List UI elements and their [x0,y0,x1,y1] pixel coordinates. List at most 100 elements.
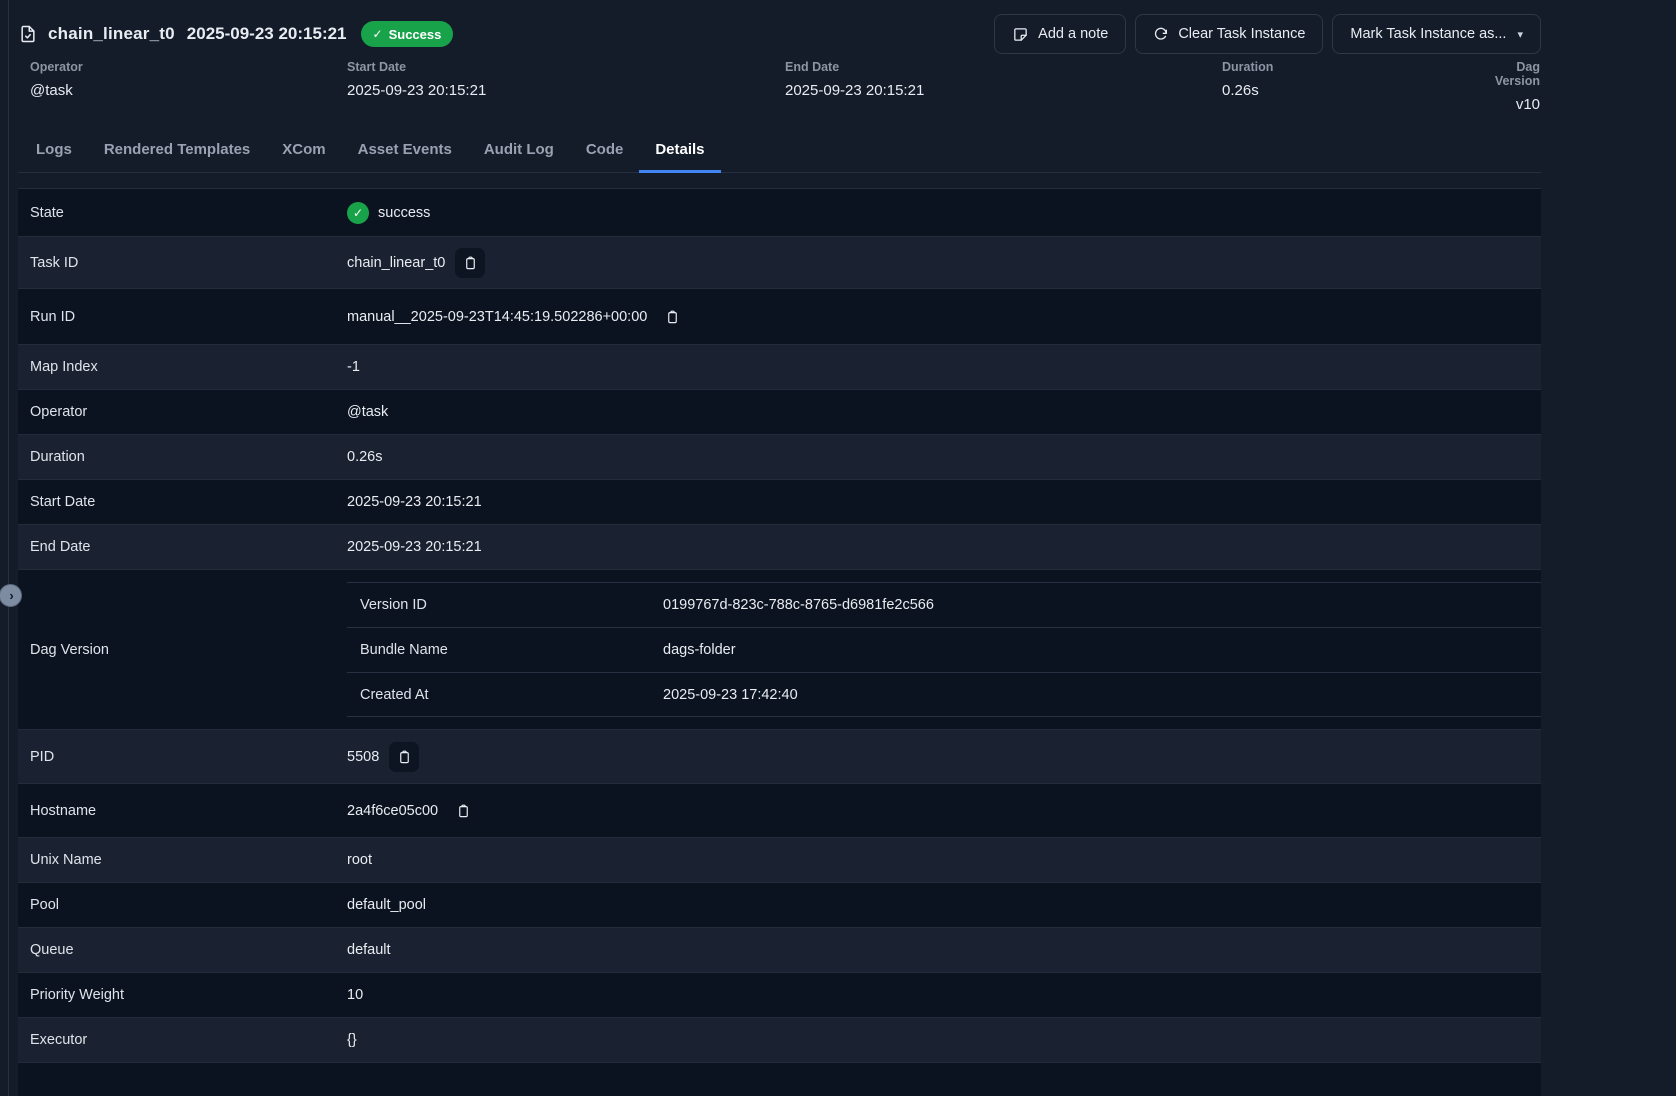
row-value-hostname: 2a4f6ce05c00 [347,796,478,826]
row-value-operator: @task [347,404,388,420]
meta-value-end-date: 2025-09-23 20:15:21 [785,82,1222,99]
value-text-operator: @task [347,404,388,420]
meta-value-duration: 0.26s [1222,82,1487,99]
row-label-end-date: End Date [30,539,347,555]
expand-panel-handle[interactable]: › [0,584,22,607]
copy-button-task-id[interactable] [455,248,485,278]
row-label-start-date: Start Date [30,494,347,510]
table-row-start-date: Start Date2025-09-23 20:15:21 [18,480,1541,525]
subtable-value-created-at: 2025-09-23 17:42:40 [663,687,798,703]
copy-icon [665,309,680,325]
status-badge-label: Success [389,27,442,42]
row-label-executor: Executor [30,1032,347,1048]
page-timestamp: 2025-09-23 20:15:21 [187,24,347,44]
row-label-hostname: Hostname [30,803,347,819]
copy-button-hostname[interactable] [448,796,478,826]
mark-task-instance-as-label: Mark Task Instance as... [1350,26,1506,42]
table-row-state: State✓ success [18,189,1541,237]
value-text-priority-weight: 10 [347,987,363,1003]
row-value-pid: 5508 [347,742,419,772]
tab-xcom[interactable]: XCom [266,130,341,173]
row-value-map-index: -1 [347,359,360,375]
mark-task-instance-as-button[interactable]: Mark Task Instance as...▾ [1332,14,1541,54]
copy-button-run-id[interactable] [657,302,687,332]
row-label-pool: Pool [30,897,347,913]
table-row-priority-weight: Priority Weight10 [18,973,1541,1018]
row-label-task-id: Task ID [30,255,347,271]
header: chain_linear_t0 2025-09-23 20:15:21 ✓ Su… [18,0,1541,52]
tab-asset-events[interactable]: Asset Events [342,130,468,173]
add-a-note-label: Add a note [1038,26,1108,42]
state-text: success [378,205,430,221]
row-value-duration: 0.26s [347,449,382,465]
table-row-unix-name: Unix Nameroot [18,838,1541,883]
tab-audit-log[interactable]: Audit Log [468,130,570,173]
row-value-queue: default [347,942,391,958]
table-row-hostname: Hostname2a4f6ce05c00 [18,784,1541,838]
meta-label-duration: Duration [1222,60,1487,74]
clear-task-instance-button[interactable]: Clear Task Instance [1135,14,1323,54]
meta-label-start-date: Start Date [347,60,785,74]
value-text-start-date: 2025-09-23 20:15:21 [347,494,482,510]
subtable-row-created-at: Created At2025-09-23 17:42:40 [347,672,1541,717]
row-label-pid: PID [30,749,347,765]
subtable-row-version-id: Version ID0199767d-823c-788c-8765-d6981f… [347,582,1541,627]
details-table: State✓ success Task IDchain_linear_t0 Run I… [18,188,1541,1096]
clear-task-instance-label: Clear Task Instance [1178,26,1305,42]
row-label-queue: Queue [30,942,347,958]
row-label-duration: Duration [30,449,347,465]
value-text-unix-name: root [347,852,372,868]
meta-start-date: Start Date 2025-09-23 20:15:21 [347,60,785,113]
copy-icon [463,255,478,271]
row-label-priority-weight: Priority Weight [30,987,347,1003]
table-row-executor: Executor{} [18,1018,1541,1063]
row-value-task-id: chain_linear_t0 [347,248,485,278]
row-value-end-date: 2025-09-23 20:15:21 [347,539,482,555]
copy-button-pid[interactable] [389,742,419,772]
meta-end-date: End Date2025-09-23 20:15:21 [785,60,1222,113]
row-label-state: State [30,205,347,221]
row-label-dag-version: Dag Version [30,642,347,658]
table-row-operator: Operator@task [18,390,1541,435]
tab-details[interactable]: Details [639,130,720,173]
row-value-priority-weight: 10 [347,987,363,1003]
tab-code[interactable]: Code [570,130,640,173]
table-row-duration: Duration0.26s [18,435,1541,480]
subtable-label-bundle-name: Bundle Name [347,642,663,658]
add-a-note-button[interactable]: Add a note [994,14,1126,54]
task-instance-panel: chain_linear_t0 2025-09-23 20:15:21 ✓ Su… [18,0,1541,1096]
row-label-unix-name: Unix Name [30,852,347,868]
subtable-label-created-at: Created At [347,687,663,703]
row-label-operator: Operator [30,404,347,420]
split-pane-divider[interactable] [8,0,9,1096]
subtable-label-version-id: Version ID [347,597,663,613]
value-text-hostname: 2a4f6ce05c00 [347,803,438,819]
table-row-dag-version: Dag VersionVersion ID0199767d-823c-788c-… [18,570,1541,730]
table-row-pool: Pooldefault_pool [18,883,1541,928]
row-label-map-index: Map Index [30,359,347,375]
row-label-run-id: Run ID [30,309,347,325]
tab-logs[interactable]: Logs [20,130,88,173]
tab-bar: LogsRendered TemplatesXComAsset EventsAu… [18,130,1541,173]
meta-operator: Operator@task [30,60,347,113]
row-value-unix-name: root [347,852,372,868]
meta-value-start-date: 2025-09-23 20:15:21 [347,82,785,99]
value-text-queue: default [347,942,391,958]
success-check-icon: ✓ [347,202,369,224]
meta-dag-version: Dag Versionv10 [1487,60,1541,113]
copy-icon [397,749,412,765]
row-value-pool: default_pool [347,897,426,913]
chevron-right-icon: › [9,588,13,603]
subtable-value-bundle-name: dags-folder [663,642,736,658]
meta-strip: Operator@taskStart Date2025-09-23 20:15:… [18,52,1541,113]
table-row-map-index: Map Index-1 [18,345,1541,390]
row-value-executor: {} [347,1032,357,1048]
value-text-pool: default_pool [347,897,426,913]
tab-rendered-templates[interactable]: Rendered Templates [88,130,266,173]
task-document-icon [18,24,38,44]
dag-version-subtable: Version ID0199767d-823c-788c-8765-d6981f… [347,582,1541,717]
row-value-start-date: 2025-09-23 20:15:21 [347,494,482,510]
meta-label-dag-version: Dag Version [1487,60,1540,88]
table-row-queue: Queuedefault [18,928,1541,973]
value-text-executor: {} [347,1032,357,1048]
